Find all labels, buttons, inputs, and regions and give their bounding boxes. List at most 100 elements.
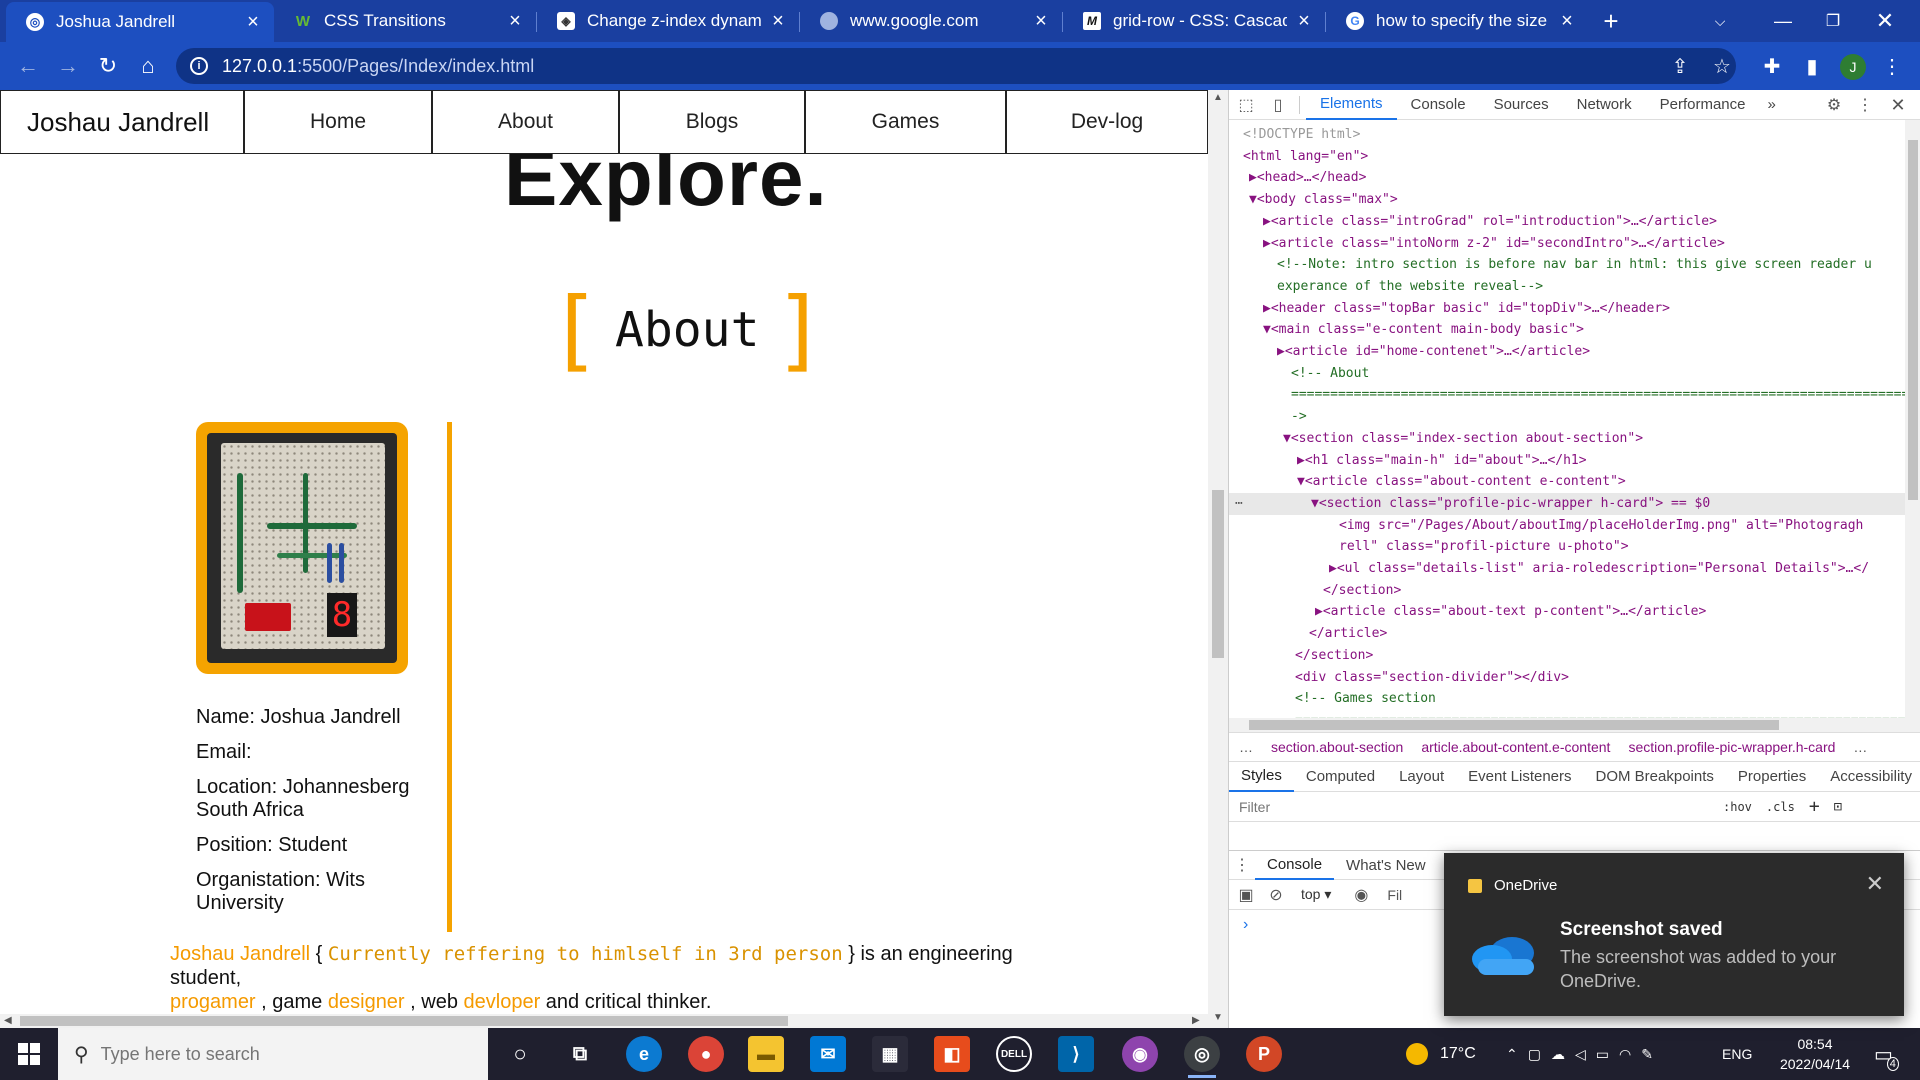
dom-comment[interactable]: <!-- About: [1229, 363, 1905, 385]
dom-comment[interactable]: <!-- Games section: [1229, 688, 1905, 710]
new-style-rule-icon[interactable]: +: [1809, 796, 1820, 817]
minimize-button[interactable]: —: [1760, 6, 1806, 36]
tray-battery-icon[interactable]: ▭: [1596, 1046, 1619, 1063]
tab-event-listeners[interactable]: Event Listeners: [1456, 762, 1583, 792]
powerpoint-icon[interactable]: P: [1246, 1036, 1282, 1072]
page-vertical-scrollbar[interactable]: ▲ ▼: [1208, 90, 1228, 1028]
close-tab-icon[interactable]: ×: [1295, 10, 1313, 33]
dom-line[interactable]: <html lang="en">: [1229, 146, 1905, 168]
tab-computed[interactable]: Computed: [1294, 762, 1387, 792]
dom-line[interactable]: ▶<article class="intoNorm z-2" id="secon…: [1229, 233, 1905, 255]
dom-comment[interactable]: ->: [1229, 406, 1905, 428]
chrome-icon[interactable]: ●: [688, 1036, 724, 1072]
dom-line[interactable]: </section>: [1229, 580, 1905, 602]
dom-comment[interactable]: ========================================…: [1229, 384, 1905, 406]
tab-styles[interactable]: Styles: [1229, 762, 1294, 792]
dom-vertical-scrollbar[interactable]: [1905, 120, 1920, 718]
close-window-button[interactable]: ✕: [1862, 6, 1908, 36]
start-button[interactable]: [0, 1028, 58, 1080]
microsoft-store-icon[interactable]: ▦: [872, 1036, 908, 1072]
dom-line-selected[interactable]: ⋯ ▼<section class="profile-pic-wrapper h-…: [1229, 492, 1905, 515]
side-panel-icon[interactable]: ▮: [1798, 52, 1826, 80]
language-indicator[interactable]: ENG: [1722, 1028, 1752, 1080]
taskbar-search[interactable]: ⚲: [58, 1028, 488, 1080]
new-tab-button[interactable]: +: [1596, 6, 1626, 36]
context-selector[interactable]: top ▾: [1301, 886, 1331, 903]
dell-icon[interactable]: DELL: [996, 1036, 1032, 1072]
tab-properties[interactable]: Properties: [1726, 762, 1818, 792]
nav-dev-log[interactable]: Dev-log: [1006, 90, 1208, 154]
task-view-icon[interactable]: ⧉: [562, 1036, 598, 1072]
tab-change-z-index[interactable]: ◈ Change z-index dynamically ×: [537, 0, 799, 42]
office-icon[interactable]: ◧: [934, 1036, 970, 1072]
nav-home[interactable]: Home: [244, 90, 432, 154]
tab-layout[interactable]: Layout: [1387, 762, 1456, 792]
clock[interactable]: 08:54 2022/04/14: [1760, 1034, 1870, 1074]
tab-search-chevron-icon[interactable]: ⌵: [1705, 6, 1735, 36]
clear-console-icon[interactable]: ⊘: [1263, 885, 1289, 905]
tab-elements[interactable]: Elements: [1306, 90, 1397, 120]
tab-network[interactable]: Network: [1563, 90, 1646, 120]
github-icon[interactable]: ◉: [1122, 1036, 1158, 1072]
tray-chevron-icon[interactable]: ⌃: [1506, 1046, 1528, 1063]
dom-line[interactable]: ▼<section class="index-section about-sec…: [1229, 428, 1905, 450]
dom-line[interactable]: ▶<article class="about-text p-content">……: [1229, 601, 1905, 623]
tab-dom-breakpoints[interactable]: DOM Breakpoints: [1584, 762, 1726, 792]
back-button[interactable]: ←: [12, 50, 44, 82]
breadcrumb-profile-pic-wrapper[interactable]: section.profile-pic-wrapper.h-card: [1628, 739, 1835, 755]
close-tab-icon[interactable]: ×: [244, 11, 262, 34]
restore-button[interactable]: ❐: [1810, 6, 1856, 36]
extensions-puzzle-icon[interactable]: ✚: [1758, 52, 1786, 80]
tab-grid-row[interactable]: M grid-row - CSS: Cascading ×: [1063, 0, 1325, 42]
breadcrumb-about-section[interactable]: section.about-section: [1271, 739, 1403, 755]
close-tab-icon[interactable]: ×: [1032, 10, 1050, 33]
dom-comment[interactable]: <!--Note: intro section is before nav ba…: [1229, 254, 1905, 276]
styles-filter-input[interactable]: [1239, 798, 1709, 815]
dom-line[interactable]: ▶<article id="home-contenet">…</article>: [1229, 341, 1905, 363]
file-explorer-icon[interactable]: ▬: [748, 1036, 784, 1072]
tab-console[interactable]: Console: [1397, 90, 1480, 120]
close-devtools-icon[interactable]: ✕: [1883, 90, 1913, 120]
device-toolbar-icon[interactable]: ▯: [1263, 90, 1293, 120]
hover-state-toggle[interactable]: :hov: [1723, 800, 1752, 814]
site-info-icon[interactable]: i: [190, 57, 208, 75]
site-brand[interactable]: Joshau Jandrell: [0, 90, 244, 154]
console-filter-input[interactable]: Fil: [1387, 887, 1402, 903]
computed-sidebar-icon[interactable]: ⊡: [1834, 799, 1842, 815]
share-icon[interactable]: ⇪: [1666, 52, 1694, 80]
inspect-element-icon[interactable]: ⬚: [1229, 90, 1263, 120]
drawer-menu-icon[interactable]: ⋮: [1229, 855, 1255, 875]
chrome-active-icon[interactable]: ◎: [1184, 1036, 1220, 1078]
close-tab-icon[interactable]: ×: [506, 10, 524, 33]
console-sidebar-icon[interactable]: ▣: [1229, 885, 1263, 905]
dom-horizontal-scrollbar[interactable]: [1229, 718, 1920, 732]
bookmark-star-icon[interactable]: ☆: [1708, 52, 1736, 80]
dom-line[interactable]: </section>: [1229, 645, 1905, 667]
breadcrumb-overflow[interactable]: …: [1853, 739, 1867, 755]
breadcrumb-about-content[interactable]: article.about-content.e-content: [1421, 739, 1610, 755]
dom-comment[interactable]: ========================================…: [1229, 710, 1905, 718]
action-center-button[interactable]: ▭ 4: [1874, 1028, 1899, 1080]
devtools-menu-icon[interactable]: ⋮: [1853, 90, 1877, 120]
edge-icon[interactable]: e: [626, 1036, 662, 1072]
tray-volume-icon[interactable]: ◁: [1575, 1046, 1596, 1063]
tab-google[interactable]: www.google.com ×: [800, 0, 1062, 42]
more-tabs-button[interactable]: »: [1760, 90, 1784, 120]
breadcrumb-more[interactable]: …: [1239, 739, 1253, 755]
tray-cloud-icon[interactable]: ☁: [1551, 1046, 1575, 1063]
tab-sources[interactable]: Sources: [1480, 90, 1563, 120]
live-expression-eye-icon[interactable]: ◉: [1341, 885, 1381, 905]
mail-icon[interactable]: ✉: [810, 1036, 846, 1072]
dom-comment[interactable]: experance of the website reveal-->: [1229, 276, 1905, 298]
menu-kebab-icon[interactable]: ⋮: [1878, 52, 1906, 80]
tab-performance[interactable]: Performance: [1646, 90, 1760, 120]
tray-wifi-icon[interactable]: ◠: [1619, 1046, 1641, 1063]
home-button[interactable]: ⌂: [132, 50, 164, 82]
dom-line[interactable]: <img src="/Pages/About/aboutImg/placeHol…: [1229, 515, 1905, 537]
system-tray-icons[interactable]: ⌃ ▢ ☁ ◁ ▭ ◠ ✎: [1506, 1028, 1663, 1080]
page-horizontal-scrollbar[interactable]: ◀ ▶: [0, 1014, 1208, 1028]
nav-games[interactable]: Games: [805, 90, 1006, 154]
dom-line[interactable]: ▶<h1 class="main-h" id="about">…</h1>: [1229, 450, 1905, 472]
dom-line[interactable]: ▶<head>…</head>: [1229, 167, 1905, 189]
tab-css-transitions[interactable]: W CSS Transitions ×: [274, 0, 536, 42]
